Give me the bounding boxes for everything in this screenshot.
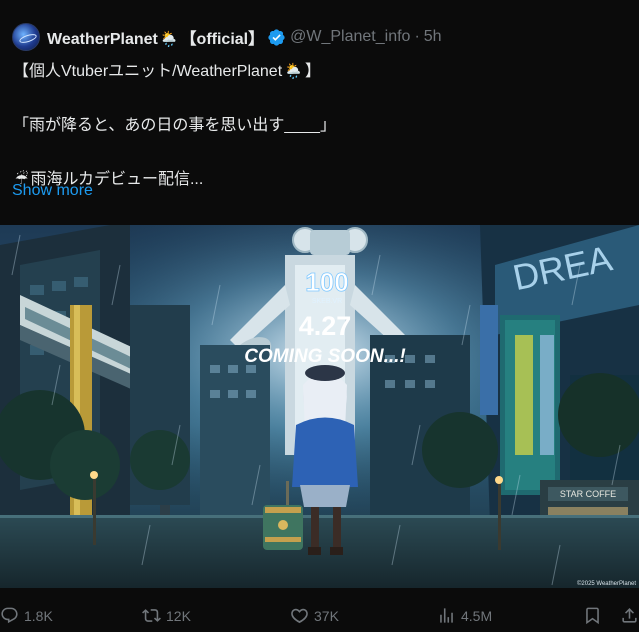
- timestamp[interactable]: 5h: [424, 28, 442, 46]
- share-icon: [622, 608, 637, 623]
- avatar[interactable]: [12, 23, 40, 51]
- event-logo-text: 100: [305, 267, 348, 297]
- verified-badge-icon[interactable]: [267, 28, 286, 47]
- views-button[interactable]: 4.5M: [437, 606, 492, 625]
- tweet-line-3: ☔ 雨海ルカデビュー配信...: [13, 166, 623, 193]
- event-logo-subtext: SKEB.VR: [312, 298, 342, 305]
- coming-soon-text: COMING SOON...!: [244, 346, 406, 367]
- views-count: 4.5M: [461, 607, 493, 624]
- tweet-line-1-suffix: 】: [304, 63, 321, 80]
- tweet-image[interactable]: 100 SKEB.VR 4.27 COMING SOON...! DREA ST…: [0, 225, 639, 588]
- rainy-city-illustration: 100 SKEB.VR 4.27 COMING SOON...! DREA ST…: [0, 225, 639, 588]
- copyright-text: ©2025 WeatherPlanet: [577, 580, 636, 587]
- sun-rain-cloud-icon: 🌦️: [284, 63, 303, 80]
- like-button[interactable]: 37K: [290, 606, 339, 625]
- tweet-line-2: 「雨が降ると、あの日の事を思い出す____」: [13, 117, 336, 134]
- tweet-text: 【個人Vtuberユニット/WeatherPlanet 🌦️】 「雨が降ると、あの…: [13, 58, 623, 193]
- action-bar: 1.8K 12K 37K 4.5M: [0, 600, 639, 632]
- display-name-text[interactable]: WeatherPlanet: [47, 31, 158, 48]
- repost-button[interactable]: 12K: [142, 606, 191, 625]
- share-button[interactable]: [620, 606, 639, 625]
- user-handle[interactable]: @W_Planet_info: [290, 28, 410, 46]
- reply-icon: [1, 607, 18, 624]
- store-sign-text: STAR COFFE: [560, 489, 616, 499]
- reply-count: 1.8K: [24, 607, 53, 624]
- show-more-link[interactable]: Show more: [12, 182, 93, 200]
- official-tag[interactable]: 【official】: [181, 31, 265, 48]
- display-name[interactable]: WeatherPlanet 🌦️ 【official】: [47, 25, 264, 49]
- repost-count: 12K: [166, 607, 191, 624]
- tweet-line-1: 【個人Vtuberユニット/WeatherPlanet 🌦️】: [13, 58, 623, 85]
- repost-icon: [142, 609, 161, 622]
- separator-dot: ·: [414, 28, 420, 45]
- reply-button[interactable]: 1.8K: [0, 606, 53, 625]
- heart-icon: [291, 608, 308, 624]
- tweet-header: WeatherPlanet 🌦️ 【official】 @W_Planet_info…: [12, 22, 442, 52]
- bookmark-button[interactable]: [583, 606, 607, 625]
- bar-chart-icon: [440, 608, 453, 623]
- tweet-line-1-prefix: 【個人Vtuberユニット/WeatherPlanet: [13, 63, 283, 80]
- debut-date: 4.27: [299, 311, 352, 341]
- sun-rain-cloud-icon: 🌦️: [159, 31, 179, 48]
- bookmark-icon: [586, 607, 599, 625]
- like-count: 37K: [314, 607, 339, 624]
